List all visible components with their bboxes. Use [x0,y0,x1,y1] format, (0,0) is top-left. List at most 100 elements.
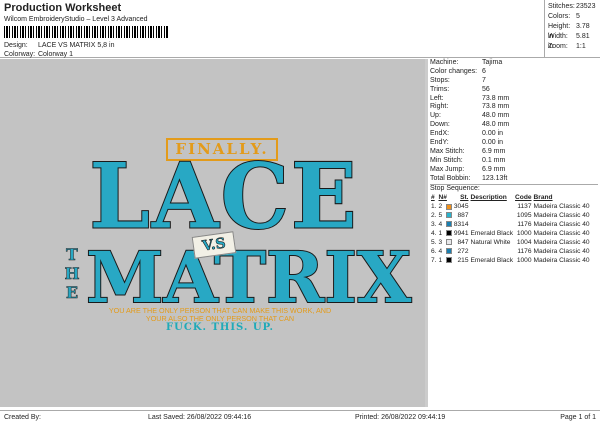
detail-value: 48.0 mm [482,112,510,120]
detail-label: Left: [430,94,444,102]
color-swatch [445,239,452,246]
worksheet-footer: Created By: Last Saved: 26/08/2022 09:44… [0,410,600,424]
design-preview: FINALLY. LACE THE MATRIX V.S YOU ARE THE… [0,59,425,407]
artwork-tagline-3: FUCK. THIS. UP. [166,322,274,333]
worksheet-header: Production Worksheet Wilcom EmbroiderySt… [0,0,600,58]
needle-number: 1 [438,256,443,264]
thread-code: 1095 [516,212,532,220]
stop-number: 3. [431,221,437,229]
needle-cell: 1 [438,229,453,238]
detail-row: Left: 73.8 mm [430,95,598,104]
needle-cell: 1 [438,256,453,265]
column-header: # [431,194,435,202]
detail-label: Trims: [430,85,450,93]
stat-value: 23523 [576,3,596,10]
design-value: LACE VS MATRIX 5,8 in [37,42,115,49]
last-saved: Last Saved: 26/08/2022 09:44:16 [148,414,252,421]
detail-row: EndX: 0.00 in [430,130,598,139]
detail-label: EndX: [430,130,450,138]
thread-description [470,202,515,211]
thread-description: Emerald Black [470,256,514,264]
detail-value: 123.13ft [482,174,508,182]
thread-brand: Madeira Classic 40 [533,238,590,246]
software-name: Wilcom EmbroideryStudio – Level 3 Advanc… [4,16,148,23]
stat-value: 1:1 [576,43,586,50]
stop-row: 3. 4 8314 1176 Madeira Classic 40 [430,220,591,229]
thread-code: 1176 [517,247,532,255]
design-stats: Stitches:23523 Colors: 5 Height: 3.78 in Widt… [544,0,600,58]
stat-label: Colors: [548,13,571,20]
needle-number: 5 [438,212,443,220]
detail-row: EndY: 0.00 in [430,139,598,148]
detail-value: 48.0 mm [482,121,510,129]
thread-brand: Madeira Classic 40 [533,203,590,211]
color-swatch [445,256,452,263]
stitch-count: 8314 [453,221,469,229]
thread-brand: Madeira Classic 40 [533,229,590,237]
column-header: N# [438,194,447,202]
needle-number: 2 [438,203,443,211]
stat-row: Width: 5.81 in [548,32,597,50]
needle-cell: 4 [438,220,453,229]
stop-number: 5. [431,238,437,246]
needle-number: 1 [438,229,443,237]
color-swatch [445,221,452,228]
detail-label: Down: [430,121,450,129]
detail-value: 73.8 mm [482,103,510,111]
thread-brand: Madeira Classic 40 [533,212,590,220]
thread-description [470,220,515,229]
stitch-count: 9941 [453,229,469,237]
needle-cell: 3 [438,238,453,247]
detail-label: Up: [430,112,441,120]
artwork-lace: LACE [88,143,359,250]
color-swatch [445,248,452,254]
needle-number: 4 [438,221,443,229]
barcode [4,26,169,38]
detail-row: Stops: 7 [430,77,598,86]
detail-value: 6 [482,67,486,75]
stat-row: Height: 3.78 in [548,22,597,40]
detail-row: Up: 48.0 mm [430,112,598,121]
stop-row: 5. 3 847 Natural White 1004 Madeira Classic … [430,238,591,247]
stat-row: Zoom: 1:1 [548,42,597,52]
stitch-count: 3045 [453,203,469,211]
needle-number: 4 [438,247,443,255]
detail-row: Max Stitch: 6.9 mm [430,148,598,157]
stitch-count: 272 [457,247,469,255]
stop-number: 4. [431,229,437,237]
colorway-label: Colorway: [4,51,36,58]
column-header: Brand [533,194,553,202]
stat-value: 5 [576,13,580,20]
stitch-count: 847 [457,238,469,246]
needle-cell: 2 [438,202,453,211]
column-header: Description [470,194,507,202]
detail-label: Max Jump: [430,165,465,173]
thread-description: Natural White [470,238,511,246]
design-info: Design: LACE VS MATRIX 5,8 in [4,42,114,49]
stat-row: Colors: 5 [548,12,597,22]
detail-label: Min Stitch: [430,156,463,164]
detail-value: 7 [482,76,486,84]
stat-label: Stitches: [548,3,575,10]
detail-label: Total Bobbin: [430,174,471,182]
detail-value: 6.9 mm [482,165,506,173]
column-header: Code [515,194,532,202]
stop-row: 7. 1 215 Emerald Black 1000 Madeira Classic … [430,256,591,265]
colorway-value: Colorway 1 [37,51,73,58]
thread-brand: Madeira Classic 40 [533,221,590,229]
details-panel: Machine: Tajima Color changes: 6 Stops: 7 Trim… [425,59,600,407]
detail-value: 0.00 in [482,139,504,147]
stop-sequence-title: Stop Sequence: [430,184,598,193]
color-swatch [445,212,452,219]
detail-label: EndY: [430,139,449,147]
thread-description: Emerald Black [470,229,514,237]
detail-row: Min Stitch: 0.1 mm [430,157,598,166]
detail-row: Machine: Tajima [430,59,598,68]
detail-value: Tajima [482,59,503,66]
detail-row: Trims: 56 [430,86,598,95]
needle-cell: 4 [438,247,453,256]
detail-row: Max Jump: 6.9 mm [430,166,598,175]
stop-sequence-table: # N# St. Description Code Brand 1. 2 3045 1137 M… [430,193,591,264]
stop-row: 2. 5 887 1095 Madeira Classic 40 [430,211,591,220]
color-swatch [445,230,452,237]
